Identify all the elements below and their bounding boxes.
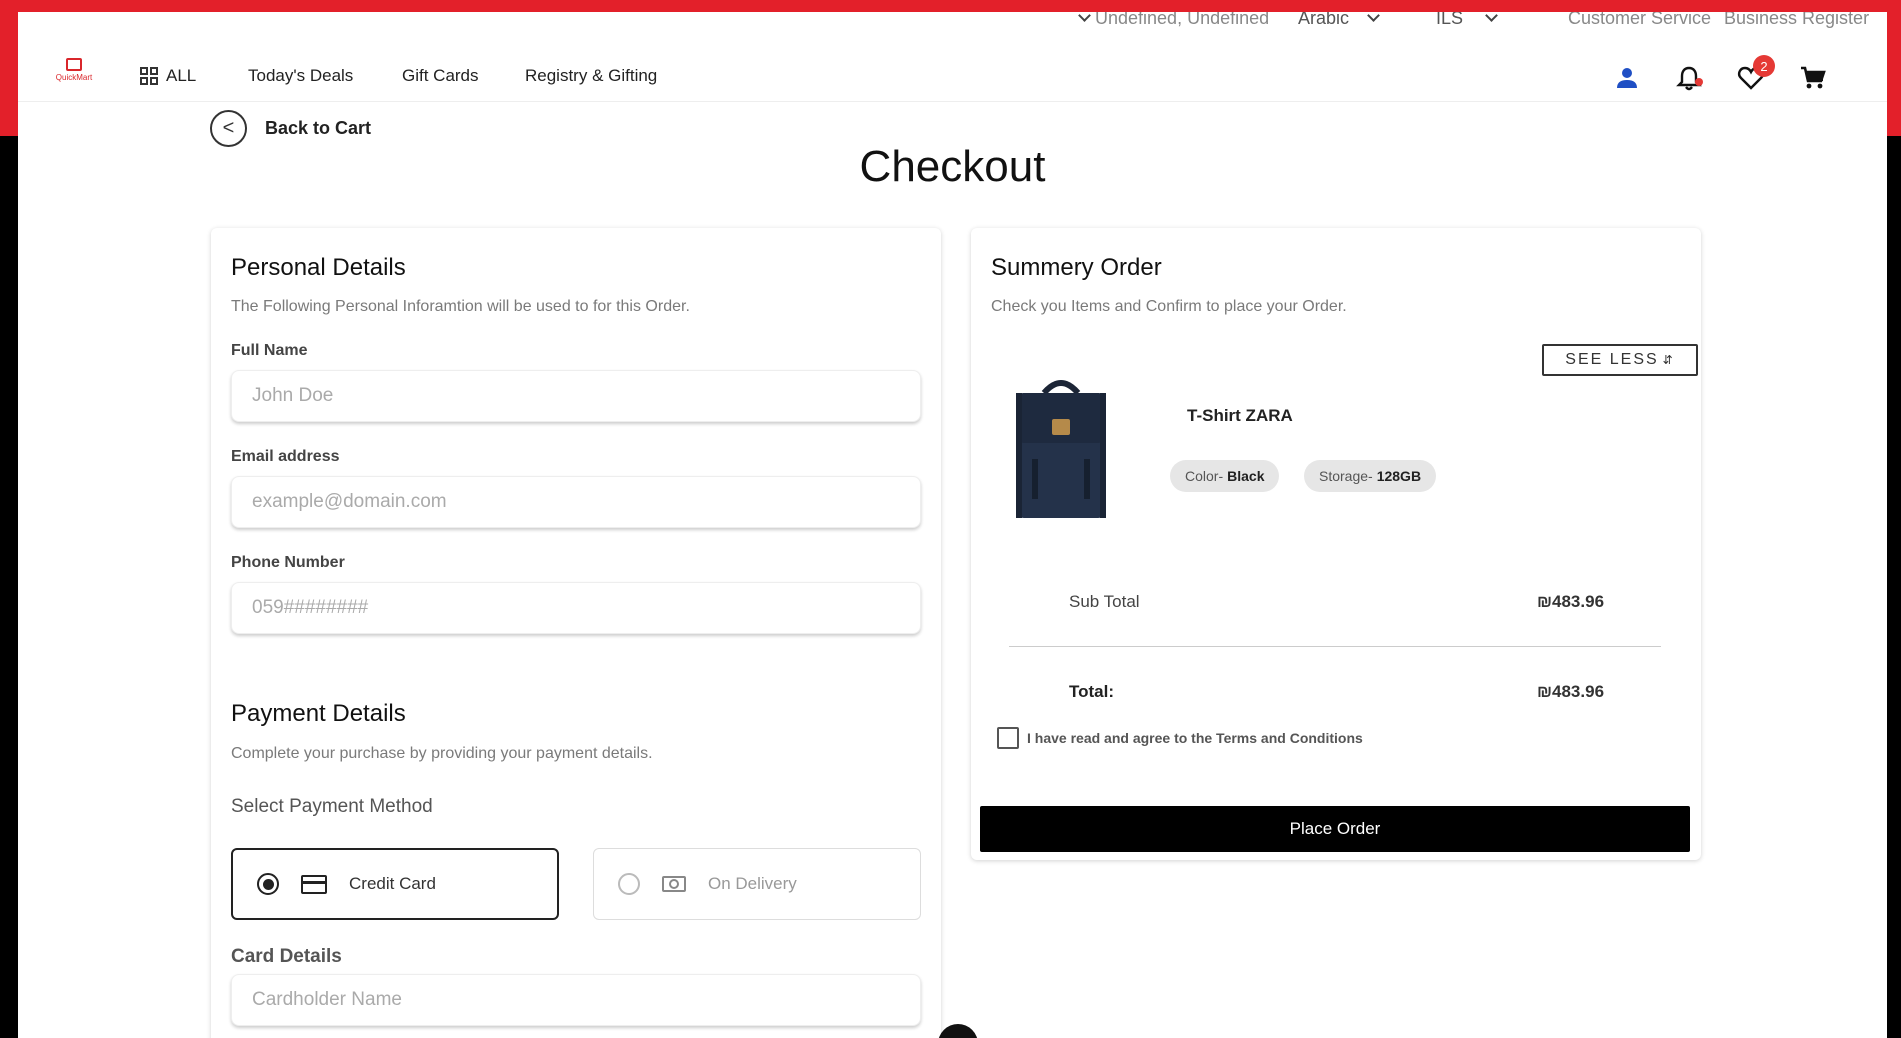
cart-icon[interactable] xyxy=(1799,64,1827,92)
product-image xyxy=(1006,373,1116,523)
payment-details-heading: Payment Details xyxy=(231,700,406,727)
page: Undefined, Undefined Arabic ILS Customer… xyxy=(18,12,1887,1038)
radio-selected[interactable] xyxy=(257,873,279,895)
color-chip-value: Black xyxy=(1227,468,1265,484)
left-red-bar xyxy=(0,0,18,136)
collapse-icon: ⇵ xyxy=(1662,353,1675,367)
user-icon[interactable] xyxy=(1613,64,1641,92)
notification-dot xyxy=(1695,78,1703,86)
logo[interactable]: QuickMart xyxy=(46,58,102,90)
phone-label: Phone Number xyxy=(231,554,345,571)
subtotal-value: ₪483.96 xyxy=(1537,592,1605,611)
terms-checkbox[interactable] xyxy=(997,727,1019,749)
nav-todays-deals[interactable]: Today's Deals xyxy=(248,66,353,86)
floating-button[interactable] xyxy=(938,1024,978,1038)
header-icons: 2 xyxy=(1613,55,1827,92)
on-delivery-label: On Delivery xyxy=(708,874,797,893)
select-payment-method-label: Select Payment Method xyxy=(231,796,433,817)
nav-registry-gifting[interactable]: Registry & Gifting xyxy=(525,66,657,86)
heart-icon[interactable]: 2 xyxy=(1737,55,1775,92)
location-selector[interactable]: Undefined, Undefined xyxy=(1078,12,1270,29)
personal-details-card: Personal Details The Following Personal … xyxy=(211,228,941,1038)
all-label: ALL xyxy=(166,66,197,85)
total-value: ₪483.96 xyxy=(1537,682,1605,701)
business-register-link[interactable]: Business Register xyxy=(1724,12,1869,29)
storage-chip: Storage- 128GB xyxy=(1304,460,1437,492)
see-less-label: SEE LESS xyxy=(1565,351,1659,368)
cash-icon xyxy=(662,876,686,892)
cardholder-name-input[interactable] xyxy=(231,974,921,1026)
phone-input[interactable] xyxy=(231,582,921,634)
see-less-button[interactable]: SEE LESS ⇵ xyxy=(1542,344,1698,376)
full-name-input[interactable] xyxy=(231,370,921,422)
chevron-down-icon xyxy=(1367,12,1380,22)
currency-selector[interactable]: ILS xyxy=(1436,12,1498,29)
chevron-down-icon xyxy=(1078,12,1091,22)
back-to-cart-label: Back to Cart xyxy=(265,118,372,138)
credit-card-icon xyxy=(301,874,327,894)
bell-icon[interactable] xyxy=(1675,64,1703,92)
credit-card-label: Credit Card xyxy=(349,874,436,893)
all-categories-button[interactable]: ALL xyxy=(140,66,196,86)
top-red-bar xyxy=(0,0,1901,12)
subtotal-label: Sub Total xyxy=(1069,592,1140,611)
terms-text: I have read and agree to the Terms and C… xyxy=(1027,730,1363,746)
order-summary-subtitle: Check you Items and Confirm to place you… xyxy=(991,298,1347,315)
language-text: Arabic xyxy=(1298,12,1350,28)
email-label: Email address xyxy=(231,448,340,465)
order-summary-card: Summery Order Check you Items and Confir… xyxy=(971,228,1701,860)
color-chip: Color- Black xyxy=(1170,460,1280,492)
summary-divider xyxy=(1009,646,1661,647)
color-chip-label: Color- xyxy=(1185,468,1224,484)
right-red-bar xyxy=(1887,0,1901,136)
top-utility-bar: Undefined, Undefined Arabic ILS Customer… xyxy=(18,12,1887,34)
page-title: Checkout xyxy=(859,142,1046,191)
product-name: T-Shirt ZARA xyxy=(1187,406,1293,425)
storage-chip-label: Storage- xyxy=(1319,468,1373,484)
language-selector[interactable]: Arabic xyxy=(1298,12,1380,29)
logo-text: QuickMart xyxy=(55,73,93,82)
bag-icon xyxy=(66,58,82,71)
location-text: Undefined, Undefined xyxy=(1095,12,1270,28)
radio-unselected[interactable] xyxy=(618,873,640,895)
order-summary-heading: Summery Order xyxy=(991,254,1162,281)
payment-method-on-delivery[interactable]: On Delivery xyxy=(593,848,921,920)
storage-chip-value: 128GB xyxy=(1376,468,1422,484)
terms-agreement: I have read and agree to the Terms and C… xyxy=(997,727,1363,749)
personal-details-heading: Personal Details xyxy=(231,254,406,281)
personal-details-subtitle: The Following Personal Inforamtion will … xyxy=(231,298,690,315)
chevron-down-icon xyxy=(1485,12,1498,22)
payment-details-subtitle: Complete your purchase by providing your… xyxy=(231,745,653,762)
nav-gift-cards[interactable]: Gift Cards xyxy=(402,66,479,86)
customer-service-link[interactable]: Customer Service xyxy=(1568,12,1711,29)
wishlist-count-badge: 2 xyxy=(1753,55,1775,77)
grid-icon xyxy=(140,67,158,85)
full-name-label: Full Name xyxy=(231,342,308,359)
total-label: Total: xyxy=(1069,682,1115,701)
place-order-button[interactable]: Place Order xyxy=(980,806,1690,852)
card-details-label: Card Details xyxy=(231,946,342,967)
email-input[interactable] xyxy=(231,476,921,528)
payment-method-credit-card[interactable]: Credit Card xyxy=(231,848,559,920)
currency-text: ILS xyxy=(1436,12,1464,28)
navbar: QuickMart ALL Today's Deals Gift Cards R… xyxy=(18,42,1887,102)
